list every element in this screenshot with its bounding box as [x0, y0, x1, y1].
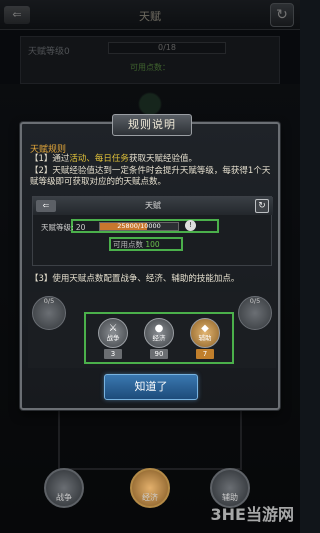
example-exp-bar: 25800/10000 [99, 222, 179, 231]
rules-dialog: 规则说明 天赋规则 【1】通过活动、每日任务获取天赋经验值。 【2】天赋经验值达… [20, 114, 280, 410]
example-exp-text: 25800/10000 [117, 222, 161, 230]
example-title: 天赋 [145, 201, 161, 210]
dialog-title: 规则说明 [112, 114, 192, 136]
example-header: ⇐ 天赋 ↻ [33, 197, 273, 215]
example-level-label: 天赋等级: 20 [41, 223, 86, 232]
shield-icon: ◆ [201, 322, 209, 334]
money-bag-icon: ● [154, 322, 164, 334]
skill-support-count: 7 [196, 349, 214, 359]
talent-node: 0/5 [32, 296, 66, 330]
got-it-button[interactable]: 知道了 [104, 374, 198, 400]
skill-economy: ● 经济 [144, 318, 174, 348]
rule-2: 【2】天赋经验值达到一定条件时会提升天赋等级，每获得1个天赋等级即可获取对应的的… [30, 166, 271, 187]
skill-economy-count: 90 [150, 349, 168, 359]
skill-war-count: 3 [104, 349, 122, 359]
talent-node: 0/5 [238, 296, 272, 330]
skills-example: 0/5 0/5 ⚔ 战争 3 ● 经济 90 ◆ 辅助 7 [28, 292, 276, 368]
refresh-icon: ↻ [255, 199, 269, 213]
example-points: 可用点数 100 [113, 240, 160, 249]
rule-1: 【1】通过活动、每日任务获取天赋经验值。 [30, 154, 197, 164]
sword-icon: ⚔ [108, 322, 118, 334]
skill-war: ⚔ 战争 [98, 318, 128, 348]
bottom-skill-row: 战争 经济 辅助 3HE当游网 [0, 460, 300, 533]
rule-3: 【3】使用天赋点数配置战争、经济、辅助的技能加点。 [30, 274, 240, 284]
bottom-node-war[interactable]: 战争 [44, 468, 84, 508]
watermark: 3HE当游网 [210, 505, 294, 524]
skill-support: ◆ 辅助 [190, 318, 220, 348]
info-icon: ! [185, 220, 196, 231]
bottom-node-economy[interactable]: 经济 [130, 468, 170, 508]
example-screenshot: ⇐ 天赋 ↻ 天赋等级: 20 25800/10000 ! 可用点数 100 [32, 196, 273, 266]
